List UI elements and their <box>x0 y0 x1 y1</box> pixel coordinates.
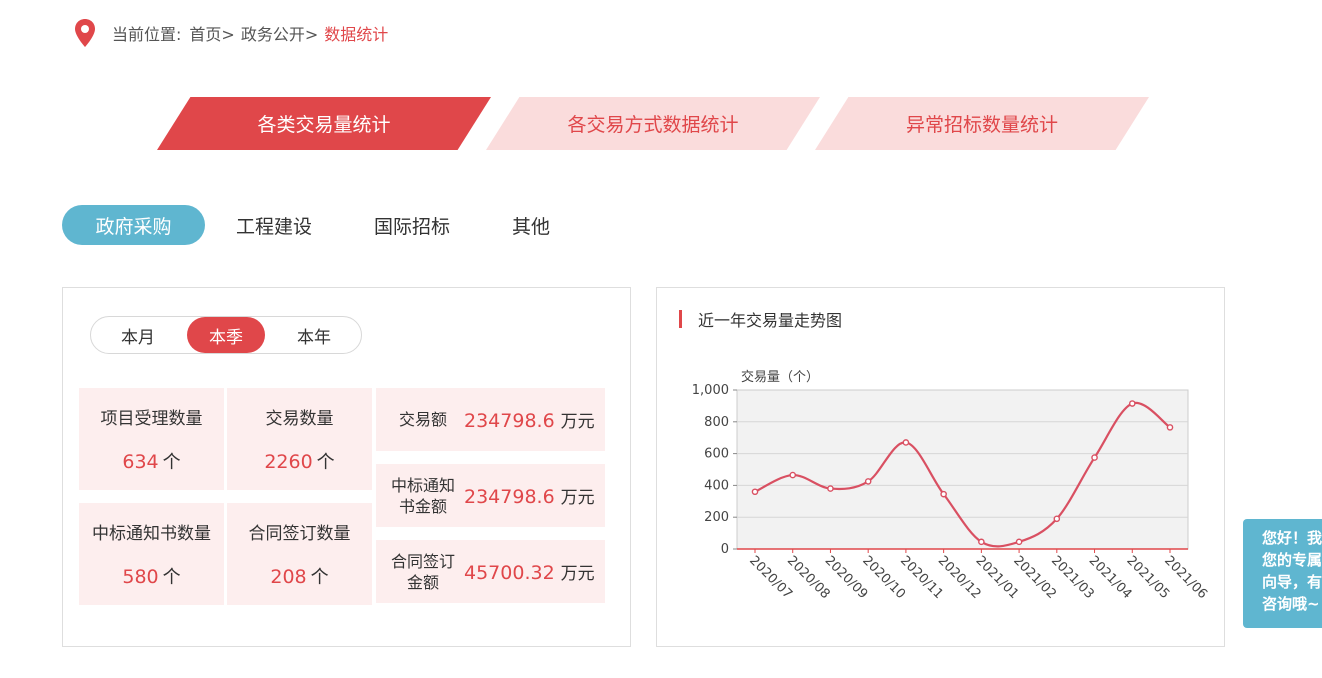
stat-label: 项目受理数量 <box>100 409 203 429</box>
stat-number: 208 <box>270 566 307 588</box>
stat-label-line: 书金额 <box>398 496 447 516</box>
chat-line: 向导，有 <box>1262 573 1322 591</box>
plot-area: 02004006008001,000交易量（个）2020/072020/0820… <box>692 369 1210 602</box>
breadcrumb-home-link[interactable]: 首页> <box>189 21 234 45</box>
chat-line: 您好！我 <box>1262 529 1322 547</box>
y-axis-label: 交易量（个） <box>741 369 819 385</box>
stat-notice-count: 中标通知书数量 580 个 <box>79 503 224 605</box>
stat-trade-amount: 交易额 234798.6 万元 <box>376 388 605 451</box>
data-point <box>751 488 759 496</box>
stat-number: 634 <box>122 451 159 473</box>
stat-label: 交易数量 <box>265 409 334 429</box>
stat-contract-count: 合同签订数量 208 个 <box>227 503 372 605</box>
stat-number: 234798.6 <box>464 486 555 508</box>
stat-label-line: 中标通知 <box>390 475 455 495</box>
stat-label: 中标通知书数量 <box>92 524 211 544</box>
tab-other[interactable]: 其他 <box>481 205 581 245</box>
breadcrumb-current: 数据统计 <box>324 25 389 44</box>
tab-label: 各类交易量统计 <box>257 114 391 136</box>
chat-line: 咨询哦~ <box>1262 595 1320 613</box>
stat-contract-amount: 合同签订 金额 45700.32 万元 <box>376 540 605 603</box>
stat-unit: 个 <box>310 567 329 588</box>
y-tick-label: 1,000 <box>692 383 729 398</box>
stat-value: 634 个 <box>79 448 224 474</box>
stat-unit: 万元 <box>560 412 595 432</box>
data-point <box>1128 400 1136 407</box>
stat-unit: 个 <box>316 452 335 473</box>
breadcrumb-section-link[interactable]: 政务公开> <box>241 21 318 45</box>
period-quarter-option[interactable]: 本季 <box>186 317 266 353</box>
page: 当前位置: 首页> 政务公开> 数据统计 各类交易量统计 各交易方式数据统计 异… <box>0 0 1322 678</box>
data-point <box>1091 454 1098 461</box>
stat-notice-amount: 中标通知 书金额 234798.6 万元 <box>376 464 605 527</box>
tab-trade-method[interactable]: 各交易方式数据统计 <box>486 97 820 150</box>
stat-number: 2260 <box>264 451 313 473</box>
y-tick-label: 400 <box>704 478 729 493</box>
location-pin-icon <box>75 19 95 47</box>
y-tick-label: 0 <box>721 542 729 557</box>
stat-number: 580 <box>122 566 159 588</box>
stat-label-line: 合同签订 <box>390 551 455 571</box>
tab-label: 各交易方式数据统计 <box>567 114 739 136</box>
breadcrumb: 当前位置: 首页> 政务公开> 数据统计 <box>74 18 388 48</box>
period-switch: 本月 本季 本年 <box>90 316 362 354</box>
data-point <box>864 478 872 485</box>
stat-unit: 万元 <box>560 488 595 508</box>
stat-value: 234798.6 万元 <box>464 407 595 432</box>
y-tick-label: 200 <box>704 510 729 525</box>
tab-international-bidding[interactable]: 国际招标 <box>343 205 481 245</box>
stat-label: 中标通知 书金额 <box>376 475 464 517</box>
data-point <box>1166 424 1174 431</box>
stat-label-line: 金额 <box>406 572 439 592</box>
data-point <box>789 471 797 479</box>
tab-trade-volume[interactable]: 各类交易量统计 <box>157 97 491 150</box>
trend-line-chart: 02004006008001,000交易量（个）2020/072020/0820… <box>692 369 1210 602</box>
data-point <box>1015 538 1023 546</box>
data-point <box>1053 515 1061 523</box>
y-tick-label: 800 <box>704 415 729 430</box>
stat-value: 2260 个 <box>227 448 372 474</box>
stat-label: 合同签订数量 <box>248 524 351 544</box>
stat-value: 580 个 <box>79 563 224 589</box>
stat-label: 合同签订 金额 <box>376 551 464 593</box>
stat-project-accept: 项目受理数量 634 个 <box>79 388 224 490</box>
stat-trade-count: 交易数量 2260 个 <box>227 388 372 490</box>
data-point <box>827 485 834 492</box>
stat-label: 交易额 <box>398 410 447 429</box>
data-point <box>978 538 985 546</box>
stat-unit: 万元 <box>560 564 595 584</box>
period-month-option[interactable]: 本月 <box>91 316 185 354</box>
data-point <box>940 490 947 498</box>
chat-line: 您的专属 <box>1262 551 1322 569</box>
customer-service-chat-bubble[interactable]: 您好！我 您的专属 向导，有 咨询哦~ <box>1243 519 1322 628</box>
category-tabs: 政府采购 工程建设 国际招标 其他 <box>62 205 581 245</box>
tab-government-procurement[interactable]: 政府采购 <box>62 205 205 245</box>
period-year-option[interactable]: 本年 <box>267 316 361 354</box>
tab-label: 异常招标数量统计 <box>905 114 1058 136</box>
statistics-type-tabs: 各类交易量统计 各交易方式数据统计 异常招标数量统计 <box>157 97 1157 150</box>
tab-engineering-construction[interactable]: 工程建设 <box>205 205 343 245</box>
trend-chart-panel: 近一年交易量走势图 0 200 400 600 800 1,000 交易量（个） 2020/0… <box>656 287 1225 647</box>
stat-unit: 个 <box>162 452 181 473</box>
stat-value: 45700.32 万元 <box>464 559 595 584</box>
stat-value: 234798.6 万元 <box>464 483 595 508</box>
stat-unit: 个 <box>162 567 181 588</box>
y-tick-label: 600 <box>704 447 729 462</box>
stat-number: 234798.6 <box>464 410 555 432</box>
data-point <box>902 439 910 446</box>
stat-value: 208 个 <box>227 563 372 589</box>
breadcrumb-prefix: 当前位置: <box>112 25 182 44</box>
stat-number: 45700.32 <box>464 562 555 584</box>
tab-abnormal-bidding[interactable]: 异常招标数量统计 <box>815 97 1149 150</box>
statistics-panel: 本月 本季 本年 项目受理数量 634 个 交易数量 2260 个 中标通知书数量 … <box>62 287 631 647</box>
